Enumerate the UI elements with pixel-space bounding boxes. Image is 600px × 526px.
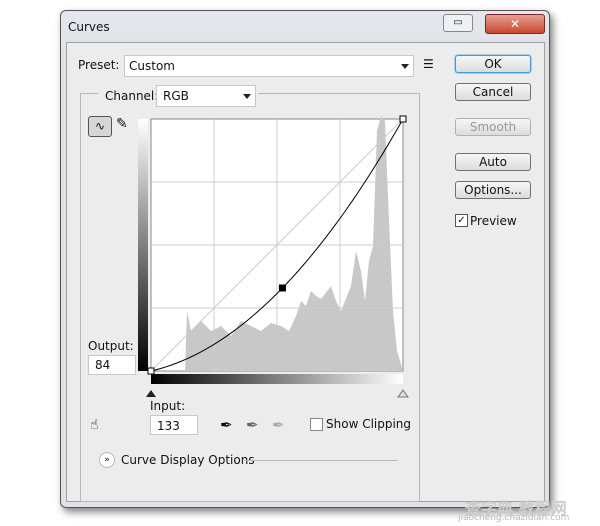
gray-eyedropper-icon[interactable]: ✒ <box>246 416 259 434</box>
curve-tool-icon[interactable]: ∿ <box>88 116 112 137</box>
watermark-url: jiaocheng.chazidian.com <box>458 513 570 523</box>
chevron-down-icon <box>243 94 251 99</box>
output-label: Output: <box>88 339 134 353</box>
chevron-down-icon <box>401 64 409 69</box>
curve-control-point <box>399 115 407 123</box>
show-clipping-checkbox[interactable] <box>310 418 323 431</box>
divider <box>244 460 398 461</box>
input-field[interactable]: 133 <box>150 415 198 435</box>
white-eyedropper-icon[interactable]: ✒ <box>272 416 285 434</box>
input-label: Input: <box>150 399 186 413</box>
output-gradient-bar <box>138 119 148 371</box>
black-eyedropper-icon[interactable]: ✒ <box>220 416 233 434</box>
cancel-button[interactable]: Cancel <box>455 83 531 101</box>
input-gradient-bar <box>151 374 403 384</box>
targeted-adjustment-hand-icon[interactable]: ☝ <box>90 417 99 433</box>
expand-chevron-icon[interactable]: » <box>99 452 115 468</box>
preview-checkbox[interactable]: ✓ <box>455 214 468 227</box>
auto-button[interactable]: Auto <box>455 153 531 171</box>
curve-control-point <box>278 284 286 292</box>
channel-select[interactable]: RGB <box>156 85 256 107</box>
channel-label: Channel: <box>105 89 159 103</box>
channel-value: RGB <box>163 89 189 103</box>
close-button[interactable]: ✕ <box>485 14 545 34</box>
ok-button[interactable]: OK <box>455 55 531 73</box>
preset-select[interactable]: Custom <box>124 55 414 77</box>
black-point-slider <box>146 390 156 397</box>
smooth-button[interactable]: Smooth <box>455 118 531 136</box>
preset-label: Preset: <box>78 58 120 72</box>
output-value: 84 <box>95 358 111 372</box>
restore-icon[interactable]: ▭ <box>443 14 473 32</box>
show-clipping-label: Show Clipping <box>326 417 412 431</box>
output-field[interactable]: 84 <box>88 355 136 375</box>
pencil-icon[interactable]: ✎ <box>116 116 128 132</box>
preset-options-icon[interactable]: ☰ <box>423 57 434 71</box>
curves-graph[interactable] <box>138 114 410 400</box>
curve-display-options-label[interactable]: Curve Display Options <box>121 453 255 467</box>
window-title: Curves <box>68 20 110 34</box>
preview-label: Preview <box>470 214 517 228</box>
preset-value: Custom <box>129 59 175 73</box>
options-button[interactable]: Options... <box>455 181 531 199</box>
curve-control-point <box>147 367 155 375</box>
white-point-slider <box>397 389 409 398</box>
input-value: 133 <box>157 419 180 433</box>
